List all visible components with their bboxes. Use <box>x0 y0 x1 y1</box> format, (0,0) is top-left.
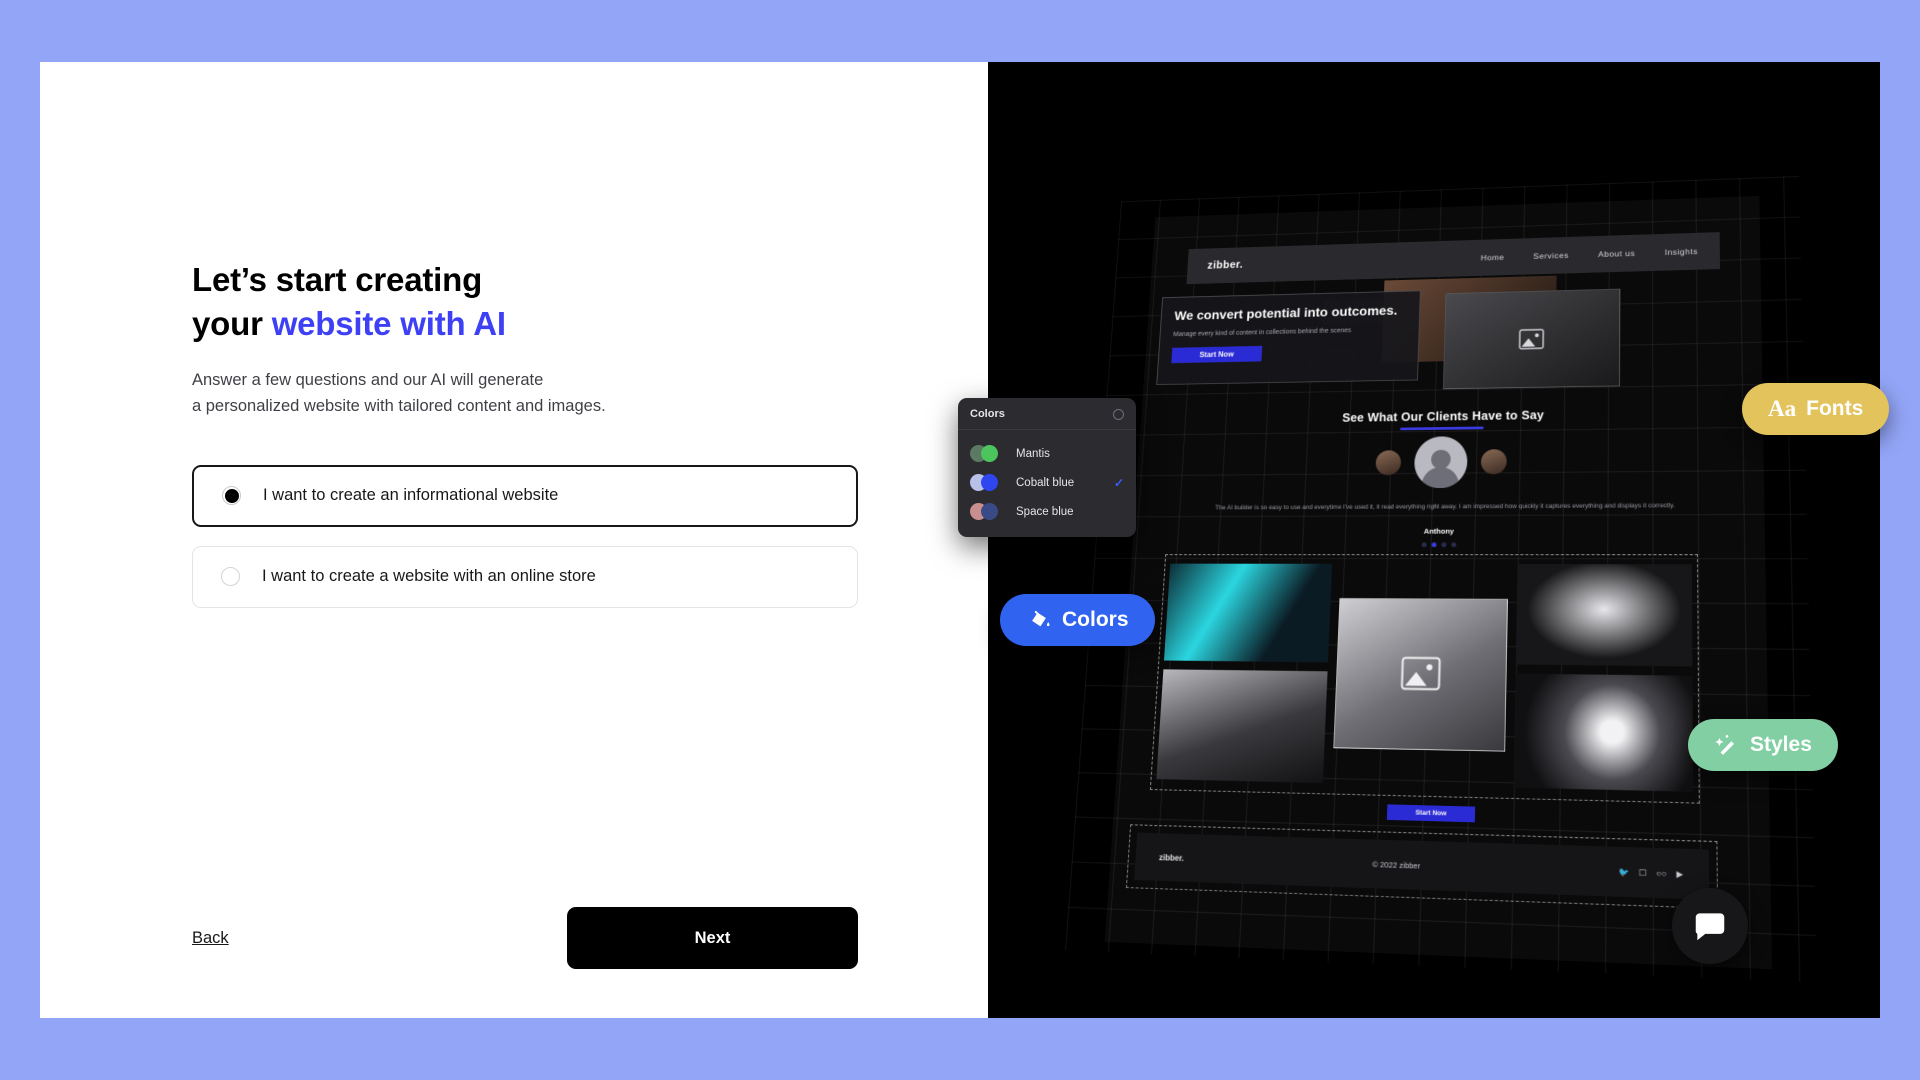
option-informational-website[interactable]: I want to create an informational websit… <box>192 464 858 527</box>
headline-line-2: your website with AI <box>192 302 858 346</box>
option-group: I want to create an informational websit… <box>192 464 858 608</box>
option-online-store[interactable]: I want to create a website with an onlin… <box>192 545 858 608</box>
wizard-right-preview: zibber. Home Services About us Insights … <box>988 62 1880 1018</box>
colors-list: Mantis Cobalt blue ✓ Space blue <box>958 430 1136 537</box>
back-link[interactable]: Back <box>192 929 229 948</box>
styles-pill-button[interactable]: Styles <box>1688 719 1838 771</box>
wizard-left-panel: Let’s start creating your website with A… <box>40 62 988 1018</box>
aa-text-icon: Aa <box>1768 396 1797 421</box>
chat-bubble-icon <box>1695 913 1725 941</box>
pill-label: Colors <box>1062 608 1129 631</box>
color-name: Space blue <box>1016 505 1074 518</box>
headline-accent: website with AI <box>271 305 506 343</box>
colors-popup: Colors Mantis Cobalt blue ✓ Space blue <box>958 398 1136 537</box>
wizard-form: Let’s start creating your website with A… <box>192 258 858 608</box>
subtitle-line-2: a personalized website with tailored con… <box>192 397 606 416</box>
radio-icon-online-store[interactable] <box>221 567 240 587</box>
website-mockup: zibber. Home Services About us Insights … <box>1065 176 1818 983</box>
color-option-cobalt-blue[interactable]: Cobalt blue ✓ <box>958 468 1136 497</box>
hero-cta-button[interactable]: Start Now <box>1171 345 1263 363</box>
circle-close-icon[interactable] <box>1113 408 1124 420</box>
mockup-brand: zibber. <box>1207 259 1244 272</box>
website-mockup-stage: zibber. Home Services About us Insights … <box>1065 176 1818 983</box>
option-label: I want to create an informational websit… <box>263 486 559 505</box>
subtitle-line-1: Answer a few questions and our AI will g… <box>192 371 544 390</box>
colors-pill-button[interactable]: Colors <box>1000 594 1155 646</box>
option-label: I want to create a website with an onlin… <box>262 567 596 586</box>
paint-bucket-icon <box>1032 610 1050 627</box>
color-option-mantis[interactable]: Mantis <box>958 439 1136 468</box>
hero-subtitle: Manage every kind of content in collecti… <box>1173 327 1352 338</box>
fonts-pill-button[interactable]: Aa Fonts <box>1742 383 1890 435</box>
wizard-card: Let’s start creating your website with A… <box>40 62 1880 1018</box>
chat-button[interactable] <box>1672 888 1748 964</box>
color-swatch-icon <box>970 503 1004 520</box>
headline-plain: your <box>192 305 272 343</box>
color-option-space-blue[interactable]: Space blue <box>958 497 1136 526</box>
page-title: Let’s start creating your website with A… <box>192 258 858 346</box>
magic-wand-icon <box>1715 735 1735 755</box>
wizard-footer: Back Next <box>192 907 858 969</box>
nav-item-home[interactable]: Home <box>1481 253 1505 263</box>
next-button[interactable]: Next <box>567 907 858 969</box>
color-swatch-icon <box>970 474 1004 491</box>
page-subtitle: Answer a few questions and our AI will g… <box>192 368 858 419</box>
check-icon: ✓ <box>1113 475 1124 490</box>
carousel-dots[interactable] <box>1132 542 1765 548</box>
headline-line-1: Let’s start creating <box>192 261 483 298</box>
color-name: Cobalt blue <box>1016 476 1075 489</box>
color-name: Mantis <box>1016 447 1050 460</box>
pill-label: Styles <box>1750 733 1812 756</box>
color-swatch-icon <box>970 445 1004 462</box>
colors-popup-title: Colors <box>970 408 1005 420</box>
radio-icon-informational[interactable] <box>222 486 241 506</box>
pill-label: Fonts <box>1806 397 1864 420</box>
colors-popup-header: Colors <box>958 398 1136 430</box>
